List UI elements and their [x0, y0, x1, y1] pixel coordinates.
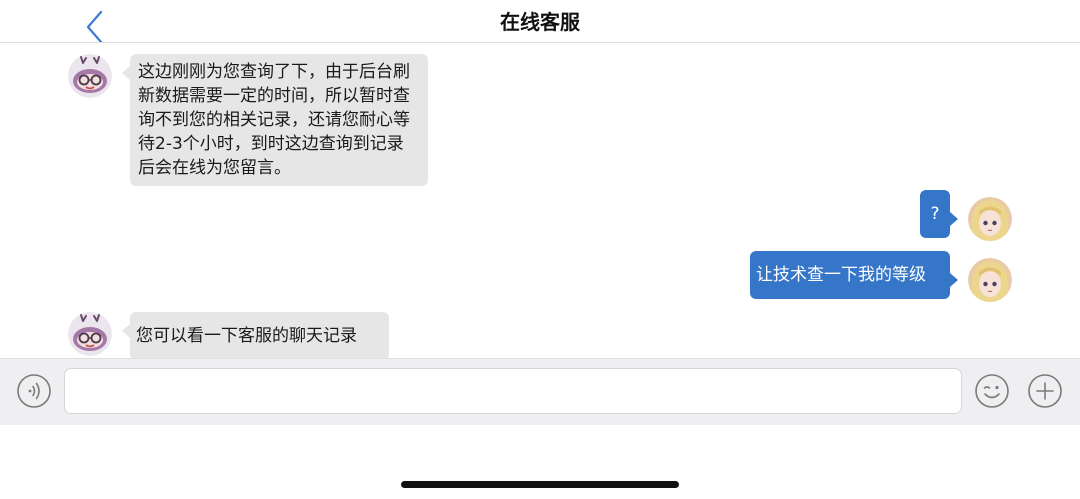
home-indicator[interactable] — [401, 481, 679, 488]
message-bubble-incoming[interactable]: 这边刚刚为您查询了下，由于后台刷新数据需要一定的时间，所以暂时查询不到您的相关记… — [130, 54, 428, 186]
voice-icon — [17, 374, 51, 408]
chat-area[interactable]: 这边刚刚为您查询了下，由于后台刷新数据需要一定的时间，所以暂时查询不到您的相关记… — [0, 43, 1080, 358]
user-avatar[interactable] — [968, 197, 1012, 241]
message-text: ? — [930, 204, 940, 224]
agent-avatar[interactable] — [68, 312, 112, 356]
message-bubble-outgoing[interactable]: ? — [920, 190, 950, 238]
message-text: 让技术查一下我的等级 — [756, 265, 926, 285]
reindeer-mascot-avatar — [68, 54, 112, 98]
message-input[interactable] — [64, 368, 962, 414]
input-bar — [0, 358, 1080, 425]
agent-avatar[interactable] — [68, 54, 112, 98]
anime-girl-avatar — [968, 197, 1012, 241]
plus-icon — [1028, 374, 1062, 408]
emoji-icon — [975, 374, 1009, 408]
plus-button[interactable] — [1028, 374, 1062, 408]
message-bubble-outgoing[interactable]: 让技术查一下我的等级 — [750, 251, 950, 299]
anime-girl-avatar — [968, 258, 1012, 302]
nav-bar: 在线客服 — [0, 0, 1080, 44]
reindeer-mascot-avatar — [68, 312, 112, 356]
message-bubble-incoming[interactable]: 您可以看一下客服的聊天记录 — [130, 312, 389, 358]
message-text: 您可以看一下客服的聊天记录 — [136, 326, 357, 346]
page-title: 在线客服 — [500, 10, 580, 34]
voice-button[interactable] — [17, 374, 51, 408]
message-text: 这边刚刚为您查询了下，由于后台刷新数据需要一定的时间，所以暂时查询不到您的相关记… — [138, 62, 410, 178]
user-avatar[interactable] — [968, 258, 1012, 302]
emoji-button[interactable] — [975, 374, 1009, 408]
